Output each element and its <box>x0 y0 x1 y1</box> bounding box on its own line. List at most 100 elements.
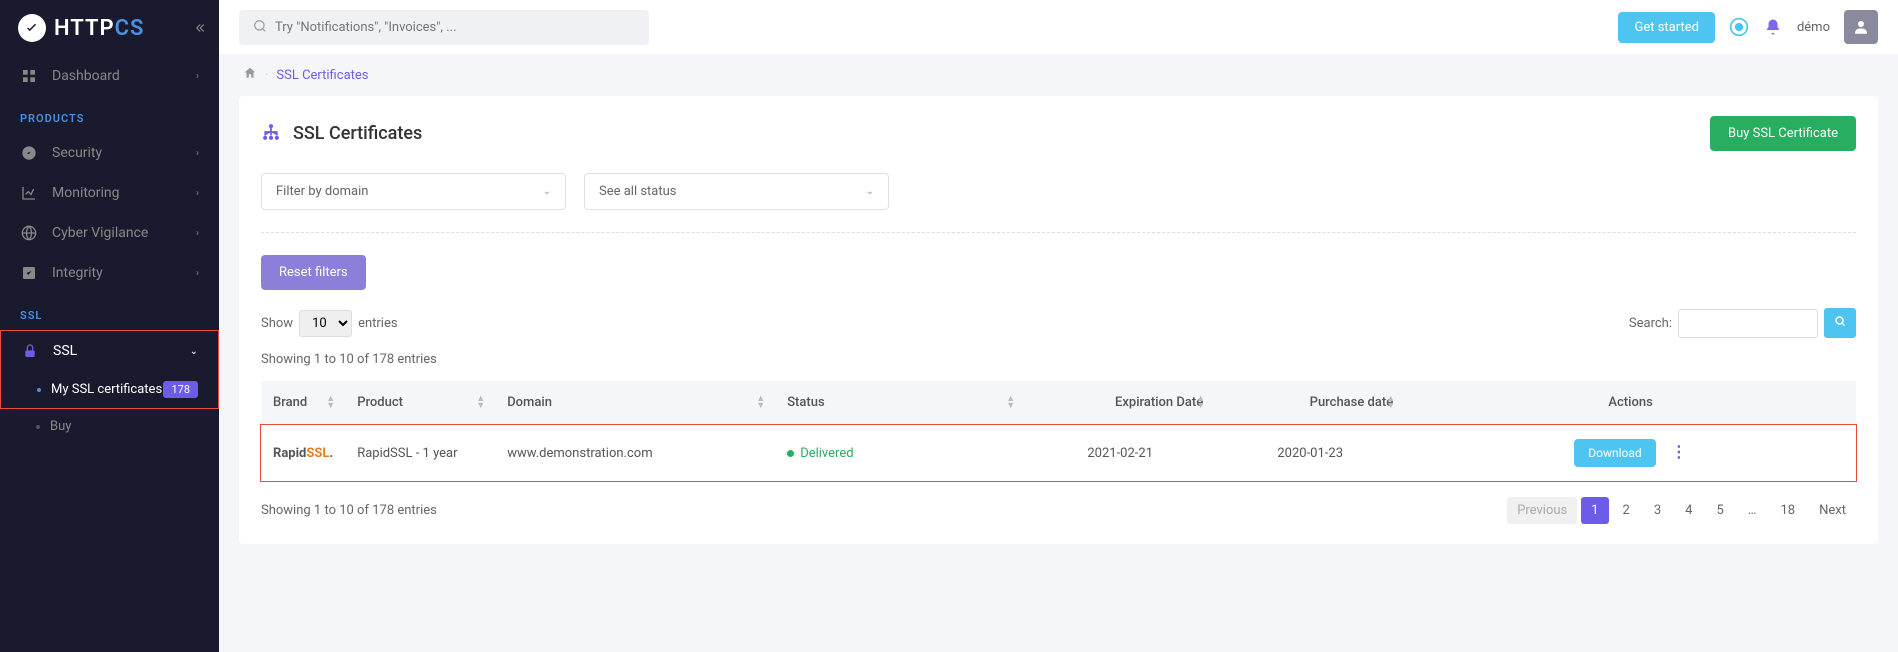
cell-product: RapidSSL - 1 year <box>345 425 495 482</box>
sidebar-subitem-my-certificates[interactable]: My SSL certificates 178 <box>1 371 218 408</box>
chart-icon <box>20 185 38 201</box>
sidebar-item-label: My SSL certificates <box>51 382 162 397</box>
bullet-icon <box>36 425 40 429</box>
user-avatar[interactable] <box>1844 10 1878 44</box>
table-search-label: Search: <box>1629 316 1672 331</box>
cell-purchase: 2020-01-23 <box>1215 425 1405 482</box>
table-row: RapidSSL. RapidSSL - 1 year www.demonstr… <box>261 425 1856 482</box>
buy-ssl-button[interactable]: Buy SSL Certificate <box>1710 116 1856 151</box>
sidebar-item-integrity[interactable]: Integrity › <box>0 253 219 293</box>
pagination-page-1[interactable]: 1 <box>1581 497 1608 524</box>
column-header-expiration[interactable]: Expiration Date▲▼ <box>1025 381 1215 425</box>
table-footer: Showing 1 to 10 of 178 entries Previous … <box>261 497 1856 524</box>
collapse-sidebar-icon[interactable] <box>195 20 209 39</box>
chevron-right-icon: › <box>196 71 199 82</box>
pagination-next[interactable]: Next <box>1809 497 1856 524</box>
global-search[interactable] <box>239 10 649 45</box>
pagination-page-5[interactable]: 5 <box>1706 497 1733 524</box>
reset-filters-button[interactable]: Reset filters <box>261 255 366 290</box>
cell-brand: RapidSSL. <box>261 425 345 482</box>
count-badge: 178 <box>163 381 198 398</box>
column-header-product[interactable]: Product▲▼ <box>345 381 495 425</box>
topbar: Get started démo <box>219 0 1898 54</box>
entries-per-page-select[interactable]: 10 <box>299 310 352 337</box>
table-search-button[interactable] <box>1824 308 1856 338</box>
pagination: Previous 1 2 3 4 5 … 18 Next <box>1507 497 1856 524</box>
sort-icon: ▲▼ <box>326 396 335 410</box>
chevron-down-icon: ⌄ <box>190 346 198 357</box>
lock-icon <box>21 343 39 359</box>
sidebar-item-cyber-vigilance[interactable]: Cyber Vigilance › <box>0 213 219 253</box>
status-text: Delivered <box>800 446 853 461</box>
cell-domain: www.demonstration.com <box>495 425 775 482</box>
table-search-input[interactable] <box>1678 309 1818 338</box>
table-info-bottom: Showing 1 to 10 of 178 entries <box>261 503 437 518</box>
certificates-table: Brand▲▼ Product▲▼ Domain▲▼ Status▲▼ Expi… <box>261 381 1856 481</box>
download-button[interactable]: Download <box>1574 439 1655 467</box>
sidebar-item-label: SSL <box>53 343 77 359</box>
sidebar-item-label: Integrity <box>52 265 103 281</box>
search-input[interactable] <box>275 20 635 35</box>
column-header-actions: Actions <box>1405 381 1856 425</box>
sort-icon: ▲▼ <box>756 396 765 410</box>
show-label: Show <box>261 316 293 331</box>
pagination-page-last[interactable]: 18 <box>1771 497 1806 524</box>
column-header-brand[interactable]: Brand▲▼ <box>261 381 345 425</box>
column-header-purchase[interactable]: Purchase date▲▼ <box>1215 381 1405 425</box>
sort-icon: ▲▼ <box>1006 396 1015 410</box>
help-icon[interactable] <box>1729 17 1749 37</box>
column-header-status[interactable]: Status▲▼ <box>775 381 1025 425</box>
sidebar-item-label: Monitoring <box>52 185 120 201</box>
sidebar-section-ssl: SSL <box>0 293 219 330</box>
highlighted-nav-group: SSL ⌄ My SSL certificates 178 <box>0 330 219 409</box>
bullet-icon <box>37 388 41 392</box>
sidebar-item-ssl[interactable]: SSL ⌄ <box>1 331 218 371</box>
home-icon[interactable] <box>243 66 257 84</box>
sidebar-item-dashboard[interactable]: Dashboard › <box>0 56 219 96</box>
pagination-page-2[interactable]: 2 <box>1613 497 1640 524</box>
sidebar-item-label: Cyber Vigilance <box>52 225 148 241</box>
breadcrumb: · SSL Certificates <box>219 54 1898 96</box>
entries-label: entries <box>358 316 398 331</box>
chevron-right-icon: › <box>196 188 199 199</box>
status-dot-icon <box>787 450 794 457</box>
breadcrumb-current[interactable]: SSL Certificates <box>276 68 368 83</box>
check-circle-icon <box>20 145 38 161</box>
table-info-top: Showing 1 to 10 of 178 entries <box>261 352 1856 367</box>
brand-logo: RapidSSL. <box>273 446 333 461</box>
pagination-page-3[interactable]: 3 <box>1644 497 1671 524</box>
sidebar-item-label: Security <box>52 145 102 161</box>
sidebar-item-monitoring[interactable]: Monitoring › <box>0 173 219 213</box>
user-name: démo <box>1797 20 1830 35</box>
get-started-button[interactable]: Get started <box>1618 12 1714 43</box>
row-menu-icon[interactable]: ⋮ <box>1671 442 1687 461</box>
logo[interactable]: HTTPCS <box>0 0 219 56</box>
search-icon <box>253 18 267 37</box>
page-header: SSL Certificates Buy SSL Certificate <box>261 116 1856 151</box>
table-controls: Show 10 entries Search: <box>261 308 1856 338</box>
sitemap-icon <box>261 122 281 146</box>
pagination-ellipsis: … <box>1738 497 1767 524</box>
filter-domain-select[interactable]: Filter by domain ⌄ <box>261 173 566 210</box>
main-content: Get started démo · SSL Certificates <box>219 0 1898 652</box>
select-value: Filter by domain <box>276 184 368 199</box>
column-header-domain[interactable]: Domain▲▼ <box>495 381 775 425</box>
sidebar-item-security[interactable]: Security › <box>0 133 219 173</box>
page-title: SSL Certificates <box>293 123 422 144</box>
select-value: See all status <box>599 184 677 199</box>
notifications-icon[interactable] <box>1763 17 1783 37</box>
filter-status-select[interactable]: See all status ⌄ <box>584 173 889 210</box>
globe-icon <box>20 225 38 241</box>
sidebar-subitem-buy[interactable]: Buy <box>0 409 219 444</box>
content-card: SSL Certificates Buy SSL Certificate Fil… <box>239 96 1878 544</box>
chevron-down-icon: ⌄ <box>866 186 874 197</box>
pagination-page-4[interactable]: 4 <box>1675 497 1702 524</box>
chevron-right-icon: › <box>196 268 199 279</box>
pagination-previous[interactable]: Previous <box>1507 497 1577 524</box>
sidebar-section-products: PRODUCTS <box>0 96 219 133</box>
dashboard-icon <box>20 68 38 84</box>
chevron-right-icon: › <box>196 228 199 239</box>
sort-icon: ▲▼ <box>1386 396 1395 410</box>
sort-icon: ▲▼ <box>476 396 485 410</box>
check-square-icon <box>20 265 38 281</box>
